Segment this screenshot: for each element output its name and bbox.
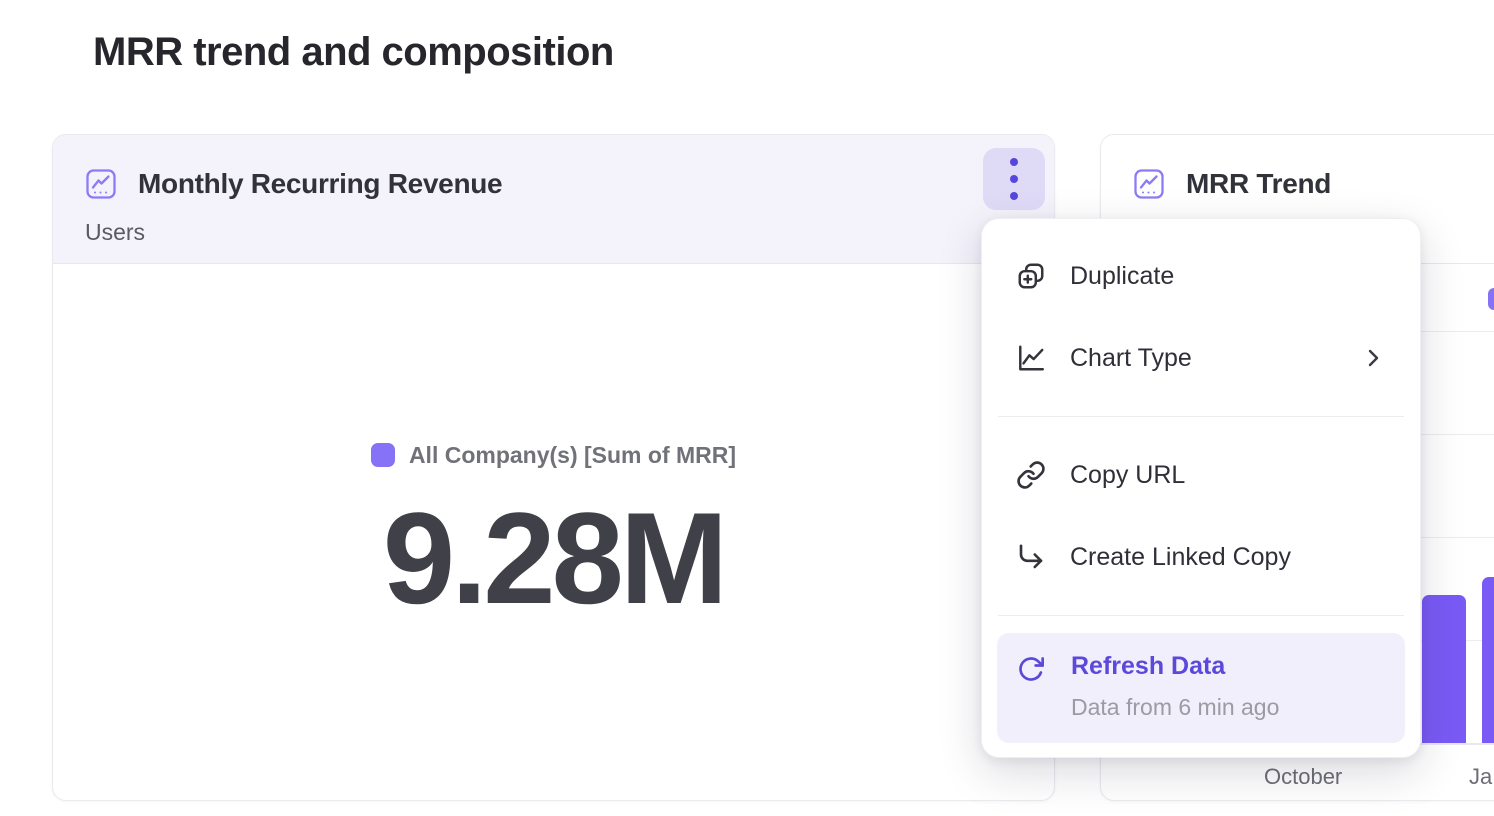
- menu-item-duplicate[interactable]: Duplicate: [982, 235, 1420, 317]
- x-axis-label: Ja: [1469, 764, 1492, 790]
- mrr-big-value: 9.28M: [383, 493, 724, 623]
- card-context-menu: Duplicate Chart Type: [981, 218, 1421, 758]
- chart-type-icon: [1016, 343, 1046, 373]
- chart-icon: [85, 168, 117, 200]
- chevron-right-icon: [1362, 347, 1384, 369]
- menu-item-label: Chart Type: [1070, 344, 1338, 373]
- menu-item-chart-type[interactable]: Chart Type: [982, 317, 1420, 399]
- menu-item-label: Duplicate: [1070, 262, 1384, 291]
- link-icon: [1016, 460, 1046, 490]
- trend-bar[interactable]: [1482, 577, 1494, 743]
- kebab-icon: [1010, 158, 1018, 166]
- menu-item-label: Create Linked Copy: [1070, 543, 1384, 572]
- menu-divider: [998, 615, 1404, 616]
- refresh-icon: [1017, 655, 1045, 683]
- menu-item-refresh-data[interactable]: Refresh Data Data from 6 min ago: [997, 633, 1405, 743]
- dashboard-page: MRR trend and composition Monthly Recurr…: [0, 0, 1494, 816]
- legend-swatch-icon: [371, 443, 395, 467]
- menu-item-label: Refresh Data: [1071, 652, 1279, 681]
- menu-item-create-linked-copy[interactable]: Create Linked Copy: [982, 516, 1420, 598]
- x-axis-label: October: [1264, 764, 1342, 790]
- menu-item-copy-url[interactable]: Copy URL: [982, 434, 1420, 516]
- card-menu-button[interactable]: [983, 148, 1045, 210]
- page-title: MRR trend and composition: [93, 30, 614, 75]
- refresh-status-text: Data from 6 min ago: [1071, 694, 1279, 721]
- mrr-card-body: All Company(s) [Sum of MRR] 9.28M: [53, 264, 1054, 800]
- legend-swatch-icon: [1488, 288, 1494, 310]
- linked-copy-icon: [1016, 542, 1046, 572]
- menu-item-label: Copy URL: [1070, 461, 1384, 490]
- mrr-legend-label: All Company(s) [Sum of MRR]: [409, 442, 736, 469]
- trend-card-title: MRR Trend: [1186, 168, 1331, 200]
- mrr-legend: All Company(s) [Sum of MRR]: [371, 442, 736, 469]
- menu-divider: [998, 416, 1404, 417]
- mrr-card-title: Monthly Recurring Revenue: [138, 168, 502, 200]
- mrr-card: Monthly Recurring Revenue Users All Comp…: [52, 134, 1055, 801]
- trend-bar[interactable]: [1422, 595, 1466, 743]
- mrr-card-header: Monthly Recurring Revenue Users: [53, 135, 1054, 264]
- duplicate-icon: [1016, 261, 1046, 291]
- mrr-card-subtitle: Users: [85, 219, 145, 246]
- chart-icon: [1133, 168, 1165, 200]
